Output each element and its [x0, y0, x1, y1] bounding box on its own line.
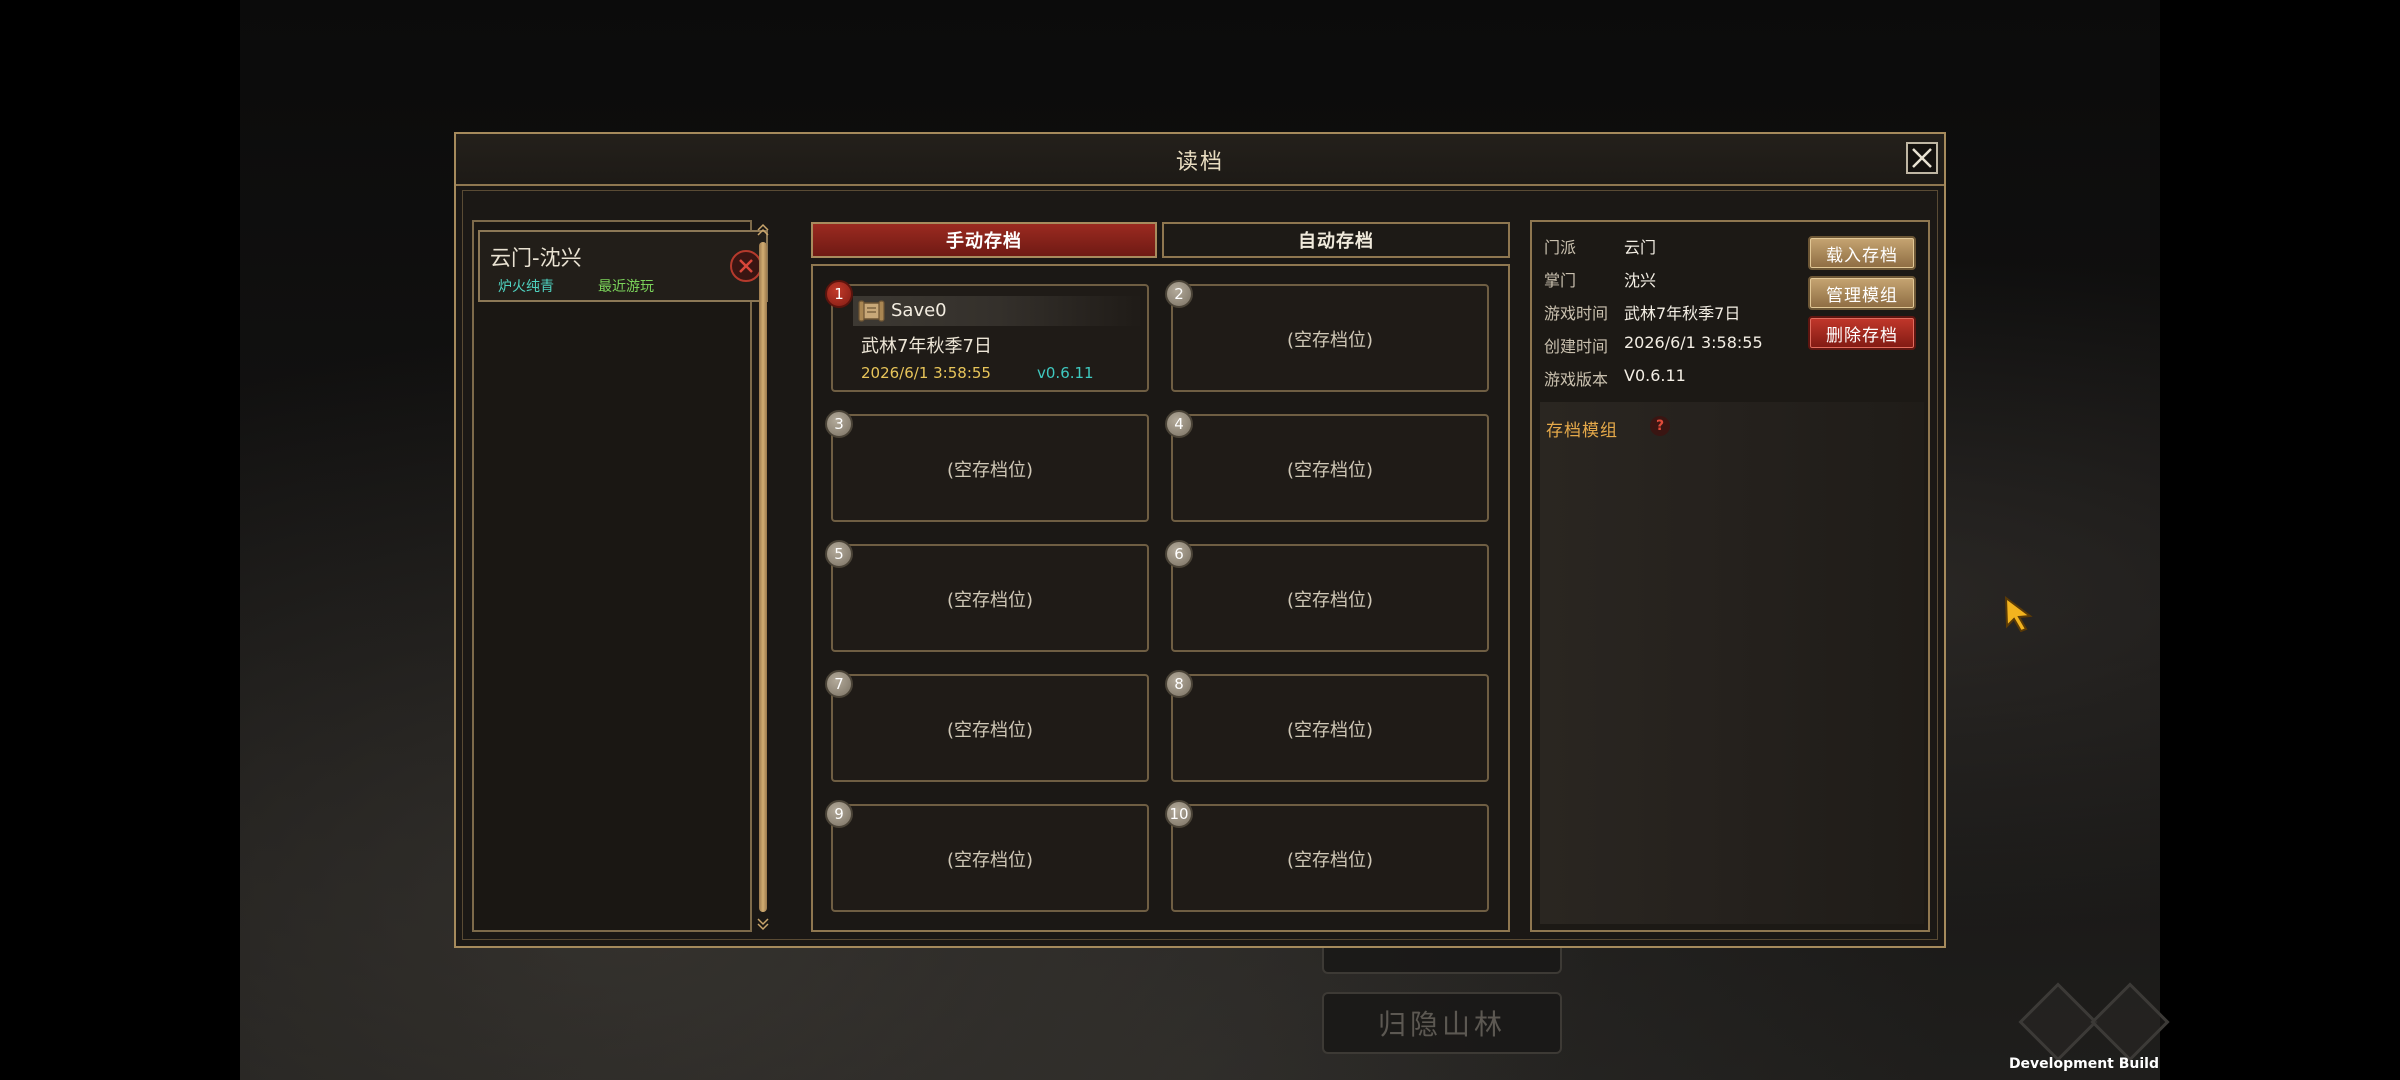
- profile-scrollbar[interactable]: [756, 222, 770, 932]
- scroll-down-icon[interactable]: [756, 916, 770, 932]
- save-slot[interactable]: 1 Save0 武林7年秋季7日 2026/6/1 3:58:55 v0.6.1…: [825, 280, 1149, 392]
- slot-empty-label: (空存档位): [946, 460, 1034, 481]
- info-value-game-time: 武林7年秋季7日: [1624, 304, 1741, 323]
- dialog-title: 读档: [1175, 150, 1224, 175]
- save-slots-grid: 1 Save0 武林7年秋季7日 2026/6/1 3:58:55 v0.6.1…: [811, 264, 1510, 932]
- background-menu-button: 归隐山林: [1322, 992, 1562, 1054]
- info-label-sect: 门派: [1544, 238, 1577, 257]
- save-slot[interactable]: 2 (空存档位): [1165, 280, 1489, 392]
- slot-empty-label: (空存档位): [946, 850, 1034, 871]
- save-slot[interactable]: 6 (空存档位): [1165, 540, 1489, 652]
- slot-number-badge: 3: [825, 410, 853, 438]
- save-info-panel: 门派 云门 掌门 沈兴 游戏时间 武林7年秋季7日 创建时间 2026/6/1 …: [1530, 220, 1930, 932]
- scroll-up-icon[interactable]: [756, 222, 770, 238]
- manage-mods-button[interactable]: 管理模组: [1808, 276, 1916, 310]
- help-icon[interactable]: ?: [1650, 416, 1670, 436]
- slot-empty-label: (空存档位): [946, 720, 1034, 741]
- slot-number-badge: 5: [825, 540, 853, 568]
- slot-save-name: Save0: [891, 300, 947, 321]
- info-label-version: 游戏版本: [1544, 370, 1609, 389]
- profile-list: 云门-沈兴 炉火纯青 最近游玩: [472, 220, 768, 932]
- profile-recent-tag: 最近游玩: [598, 279, 654, 295]
- save-slot[interactable]: 3 (空存档位): [825, 410, 1149, 522]
- profile-card[interactable]: 云门-沈兴 炉火纯青 最近游玩: [478, 230, 768, 302]
- slot-game-date: 武林7年秋季7日: [861, 336, 992, 357]
- load-dialog: 读档 云门-沈兴 炉火纯青 最近游玩 手动存档 自动存档 1 Save0 武林7…: [454, 132, 1946, 948]
- dev-build-label: Development Build: [2008, 1056, 2159, 1072]
- info-value-sect: 云门: [1624, 238, 1657, 257]
- slot-number-badge: 6: [1165, 540, 1193, 568]
- info-value-created: 2026/6/1 3:58:55: [1624, 333, 1763, 352]
- close-icon: [1912, 148, 1932, 168]
- slot-version: v0.6.11: [1037, 364, 1094, 382]
- slot-empty-label: (空存档位): [1286, 720, 1374, 741]
- save-slot[interactable]: 9 (空存档位): [825, 800, 1149, 912]
- cursor-arrow-icon: [2004, 596, 2033, 632]
- save-slot[interactable]: 4 (空存档位): [1165, 410, 1489, 522]
- scroll-thumb[interactable]: [759, 242, 767, 912]
- slot-empty-label: (空存档位): [1286, 590, 1374, 611]
- slot-number-badge: 9: [825, 800, 853, 828]
- load-save-button[interactable]: 载入存档: [1808, 236, 1916, 270]
- slot-empty-label: (空存档位): [1286, 460, 1374, 481]
- background-diamond-icon: [2090, 982, 2170, 1062]
- tab-manual-save[interactable]: 手动存档: [811, 222, 1157, 258]
- info-value-version: V0.6.11: [1624, 366, 1686, 385]
- dialog-header: 读档: [456, 134, 1944, 186]
- slot-empty-label: (空存档位): [1286, 330, 1374, 351]
- delete-circle-icon: [739, 259, 753, 273]
- tab-auto-save[interactable]: 自动存档: [1162, 222, 1510, 258]
- save-mods-box: 存档模组 ?: [1540, 402, 1924, 924]
- slot-timestamp: 2026/6/1 3:58:55: [861, 364, 991, 382]
- save-slot[interactable]: 10 (空存档位): [1165, 800, 1489, 912]
- slot-number-badge: 7: [825, 670, 853, 698]
- background-diamond-icon: [2018, 982, 2098, 1062]
- close-button[interactable]: [1906, 142, 1938, 174]
- slot-empty-label: (空存档位): [1286, 850, 1374, 871]
- info-label-leader: 掌门: [1544, 271, 1577, 290]
- slot-number-badge: 2: [1165, 280, 1193, 308]
- info-value-leader: 沈兴: [1624, 271, 1657, 290]
- save-slot[interactable]: 8 (空存档位): [1165, 670, 1489, 782]
- save-slot[interactable]: 5 (空存档位): [825, 540, 1149, 652]
- delete-save-button[interactable]: 删除存档: [1808, 316, 1916, 350]
- slot-empty-label: (空存档位): [946, 590, 1034, 611]
- slot-number-badge: 8: [1165, 670, 1193, 698]
- profile-skill-tag: 炉火纯青: [498, 279, 554, 295]
- save-mods-title: 存档模组: [1546, 421, 1618, 441]
- info-label-created: 创建时间: [1544, 337, 1609, 356]
- slot-number-badge: 1: [825, 280, 853, 308]
- slot-number-badge: 4: [1165, 410, 1193, 438]
- profile-name: 云门-沈兴: [490, 246, 582, 270]
- slot-number-badge: 10: [1165, 800, 1193, 828]
- scroll-track[interactable]: [759, 242, 767, 912]
- save-slot[interactable]: 7 (空存档位): [825, 670, 1149, 782]
- scroll-icon: [858, 300, 885, 322]
- info-label-game-time: 游戏时间: [1544, 304, 1609, 323]
